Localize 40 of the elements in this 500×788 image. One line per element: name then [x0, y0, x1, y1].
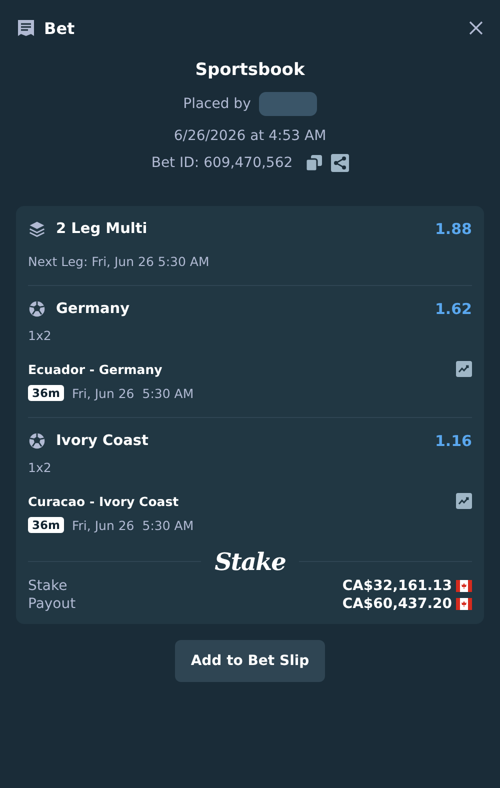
sportsbook-title: Sportsbook	[195, 60, 305, 80]
market-name: 1x2	[28, 460, 52, 475]
countdown-badge: 36m	[28, 517, 64, 533]
share-icon[interactable]	[330, 154, 349, 172]
multi-odds: 1.88	[434, 220, 472, 238]
market-name: 1x2	[28, 328, 52, 343]
redacted-name	[258, 92, 317, 116]
match-name: Curacao - Ivory Coast	[28, 494, 180, 508]
match-name: Ecuador - Germany	[28, 362, 164, 376]
placed-by-label: Placed by	[183, 96, 251, 112]
soccer-ball-icon	[28, 300, 46, 318]
bet-id: Bet ID: 609,470,562	[151, 155, 293, 171]
selection-name: Germany	[56, 301, 131, 317]
total-amount: CA$60,437.20	[342, 596, 452, 612]
match-time: 5:30 AM	[142, 518, 194, 532]
bet-date: 6/26/2026 at 4:53 AM	[174, 128, 326, 144]
soccer-ball-icon	[28, 432, 46, 450]
canada-flag-icon	[456, 580, 472, 592]
total-amount: CA$32,161.13	[342, 578, 452, 594]
receipt-icon	[16, 18, 36, 38]
countdown-badge: 36m	[28, 385, 64, 401]
stats-icon[interactable]	[456, 361, 472, 377]
leg-odds: 1.16	[434, 432, 472, 450]
match-date: Fri, Jun 26	[72, 386, 134, 400]
total-label: Stake	[28, 578, 68, 594]
copy-icon[interactable]	[304, 154, 323, 172]
total-label: Payout	[28, 596, 77, 612]
leg-odds: 1.62	[434, 300, 472, 318]
multi-title: 2 Leg Multi	[56, 221, 148, 237]
match-date: Fri, Jun 26	[72, 518, 134, 532]
stats-icon[interactable]	[456, 493, 472, 509]
match-time: 5:30 AM	[142, 386, 194, 400]
selection-name: Ivory Coast	[56, 433, 150, 449]
brand-logo: Stake	[214, 547, 286, 576]
canada-flag-icon	[456, 598, 472, 610]
layers-icon	[28, 220, 46, 238]
add-to-bet-slip-button[interactable]: Add to Bet Slip	[174, 640, 326, 682]
dialog-title: Bet	[44, 18, 76, 38]
next-leg-text: Next Leg: Fri, Jun 26 5:30 AM	[28, 254, 210, 269]
close-button[interactable]	[468, 20, 484, 36]
